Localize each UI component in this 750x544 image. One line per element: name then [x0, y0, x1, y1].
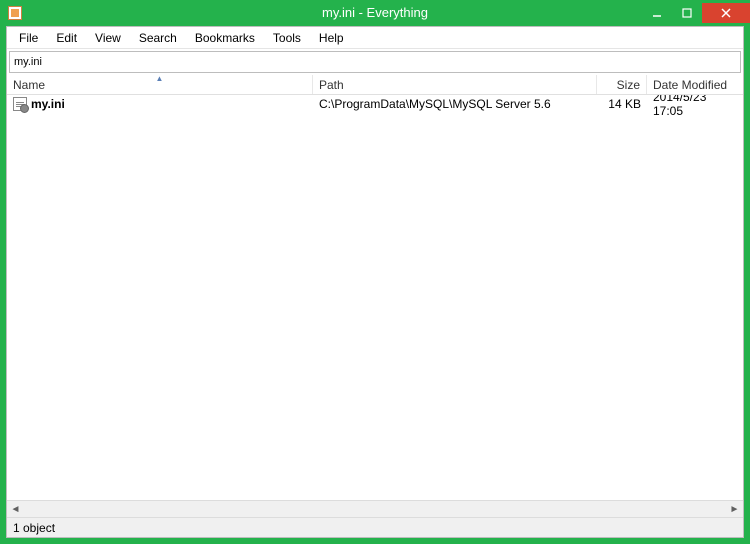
cell-size: 14 KB [597, 97, 647, 111]
chevron-right-icon: ► [730, 504, 740, 515]
menubar: File Edit View Search Bookmarks Tools He… [7, 27, 743, 49]
app-icon [8, 6, 22, 20]
status-text: 1 object [13, 521, 55, 535]
minimize-button[interactable] [642, 3, 672, 23]
titlebar[interactable]: my.ini - Everything [0, 0, 750, 26]
column-label: Path [319, 78, 344, 92]
cell-path: C:\ProgramData\MySQL\MySQL Server 5.6 [313, 97, 597, 111]
column-header-path[interactable]: Path [313, 75, 597, 94]
close-icon [721, 8, 731, 18]
minimize-icon [652, 8, 662, 18]
window-controls [642, 3, 750, 23]
cell-name: my.ini [7, 97, 313, 111]
column-label: Name [13, 78, 45, 92]
maximize-icon [682, 8, 692, 18]
client-area: File Edit View Search Bookmarks Tools He… [6, 26, 744, 538]
window-title: my.ini - Everything [0, 0, 750, 26]
statusbar: 1 object [7, 517, 743, 537]
menu-search[interactable]: Search [131, 29, 185, 47]
search-input[interactable] [14, 56, 736, 68]
search-bar[interactable] [9, 51, 741, 73]
file-ini-icon [13, 97, 27, 111]
sort-ascending-icon: ▲ [156, 74, 164, 83]
table-row[interactable]: my.ini C:\ProgramData\MySQL\MySQL Server… [7, 95, 743, 113]
close-button[interactable] [702, 3, 750, 23]
app-window: my.ini - Everything File Edit View Searc… [0, 0, 750, 544]
cell-date: 2014/5/23 17:05 [647, 95, 743, 118]
menu-bookmarks[interactable]: Bookmarks [187, 29, 263, 47]
scroll-track[interactable] [24, 501, 726, 517]
chevron-left-icon: ◄ [11, 504, 21, 515]
list-body[interactable]: my.ini C:\ProgramData\MySQL\MySQL Server… [7, 95, 743, 500]
list-header: Name ▲ Path Size Date Modified [7, 75, 743, 95]
column-label: Date Modified [653, 78, 727, 92]
menu-file[interactable]: File [11, 29, 46, 47]
horizontal-scrollbar[interactable]: ◄ ► [7, 500, 743, 517]
column-header-date[interactable]: Date Modified [647, 75, 743, 94]
menu-edit[interactable]: Edit [48, 29, 85, 47]
scroll-right-button[interactable]: ► [726, 501, 743, 517]
column-label: Size [617, 78, 640, 92]
menu-tools[interactable]: Tools [265, 29, 309, 47]
menu-help[interactable]: Help [311, 29, 352, 47]
column-header-name[interactable]: Name ▲ [7, 75, 313, 94]
column-header-size[interactable]: Size [597, 75, 647, 94]
menu-view[interactable]: View [87, 29, 129, 47]
file-name: my.ini [31, 97, 65, 111]
scroll-left-button[interactable]: ◄ [7, 501, 24, 517]
maximize-button[interactable] [672, 3, 702, 23]
